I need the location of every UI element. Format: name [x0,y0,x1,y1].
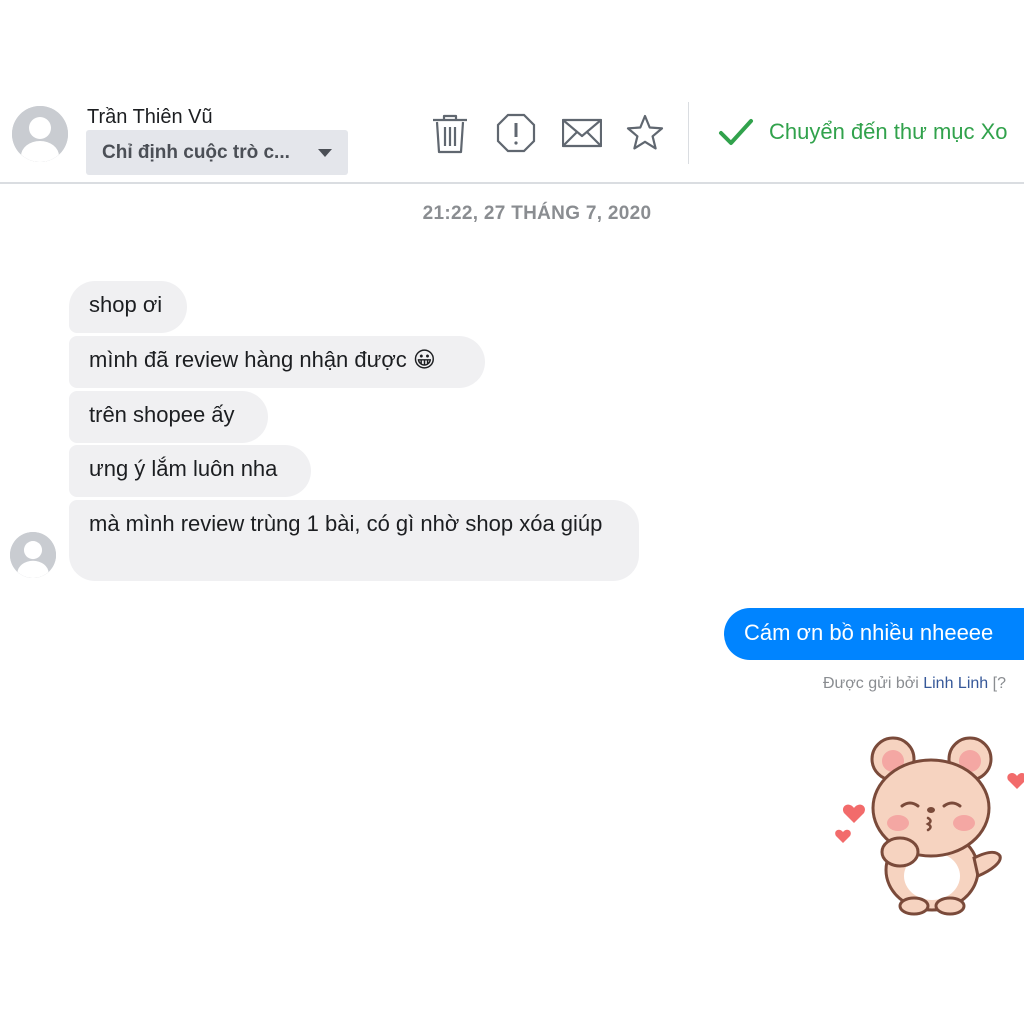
conversation-header: Trần Thiên Vũ Chỉ định cuộc trò c... Chu… [0,96,1024,184]
messenger-conversation: Trần Thiên Vũ Chỉ định cuộc trò c... Chu… [0,0,1024,1024]
message-bubble-sent[interactable]: Cám ơn bồ nhiều nheeee [724,608,1024,660]
move-to-folder-button[interactable]: Chuyển đến thư mục Xo [718,116,1008,148]
assign-conversation-dropdown[interactable]: Chỉ định cuộc trò c... [86,130,348,175]
checkmark-icon [719,119,753,145]
message-bubble-received[interactable]: mình đã review hàng nhận được 😀 [69,336,485,388]
sent-by-name-link[interactable]: Linh Linh [923,675,988,692]
report-icon[interactable] [496,112,536,154]
star-icon[interactable] [625,112,665,154]
conversation-timestamp: 21:22, 27 THÁNG 7, 2020 [422,203,652,224]
sender-avatar[interactable] [10,532,56,578]
caret-down-icon [318,148,332,157]
move-to-folder-label: Chuyển đến thư mục Xo [769,119,1008,144]
sent-by-line: Được gửi bởi Linh Linh [? [823,675,1006,693]
message-bubble-received[interactable]: ưng ý lắm luôn nha [69,445,311,497]
contact-name: Trần Thiên Vũ [87,106,213,128]
sent-by-prefix: Được gửi bởi [823,675,919,692]
sent-by-help[interactable]: [? [993,675,1006,692]
trash-icon[interactable] [430,112,470,154]
header-divider [688,102,689,164]
assign-conversation-label: Chỉ định cuộc trò c... [102,141,290,163]
message-bubble-received[interactable]: mà mình review trùng 1 bài, có gì nhờ sh… [69,500,639,581]
contact-avatar[interactable] [12,106,68,162]
message-bubble-received[interactable]: trên shopee ấy [69,391,268,443]
mail-icon[interactable] [562,112,602,154]
bear-sticker[interactable] [834,730,1024,920]
message-bubble-received[interactable]: shop ơi [69,281,187,333]
